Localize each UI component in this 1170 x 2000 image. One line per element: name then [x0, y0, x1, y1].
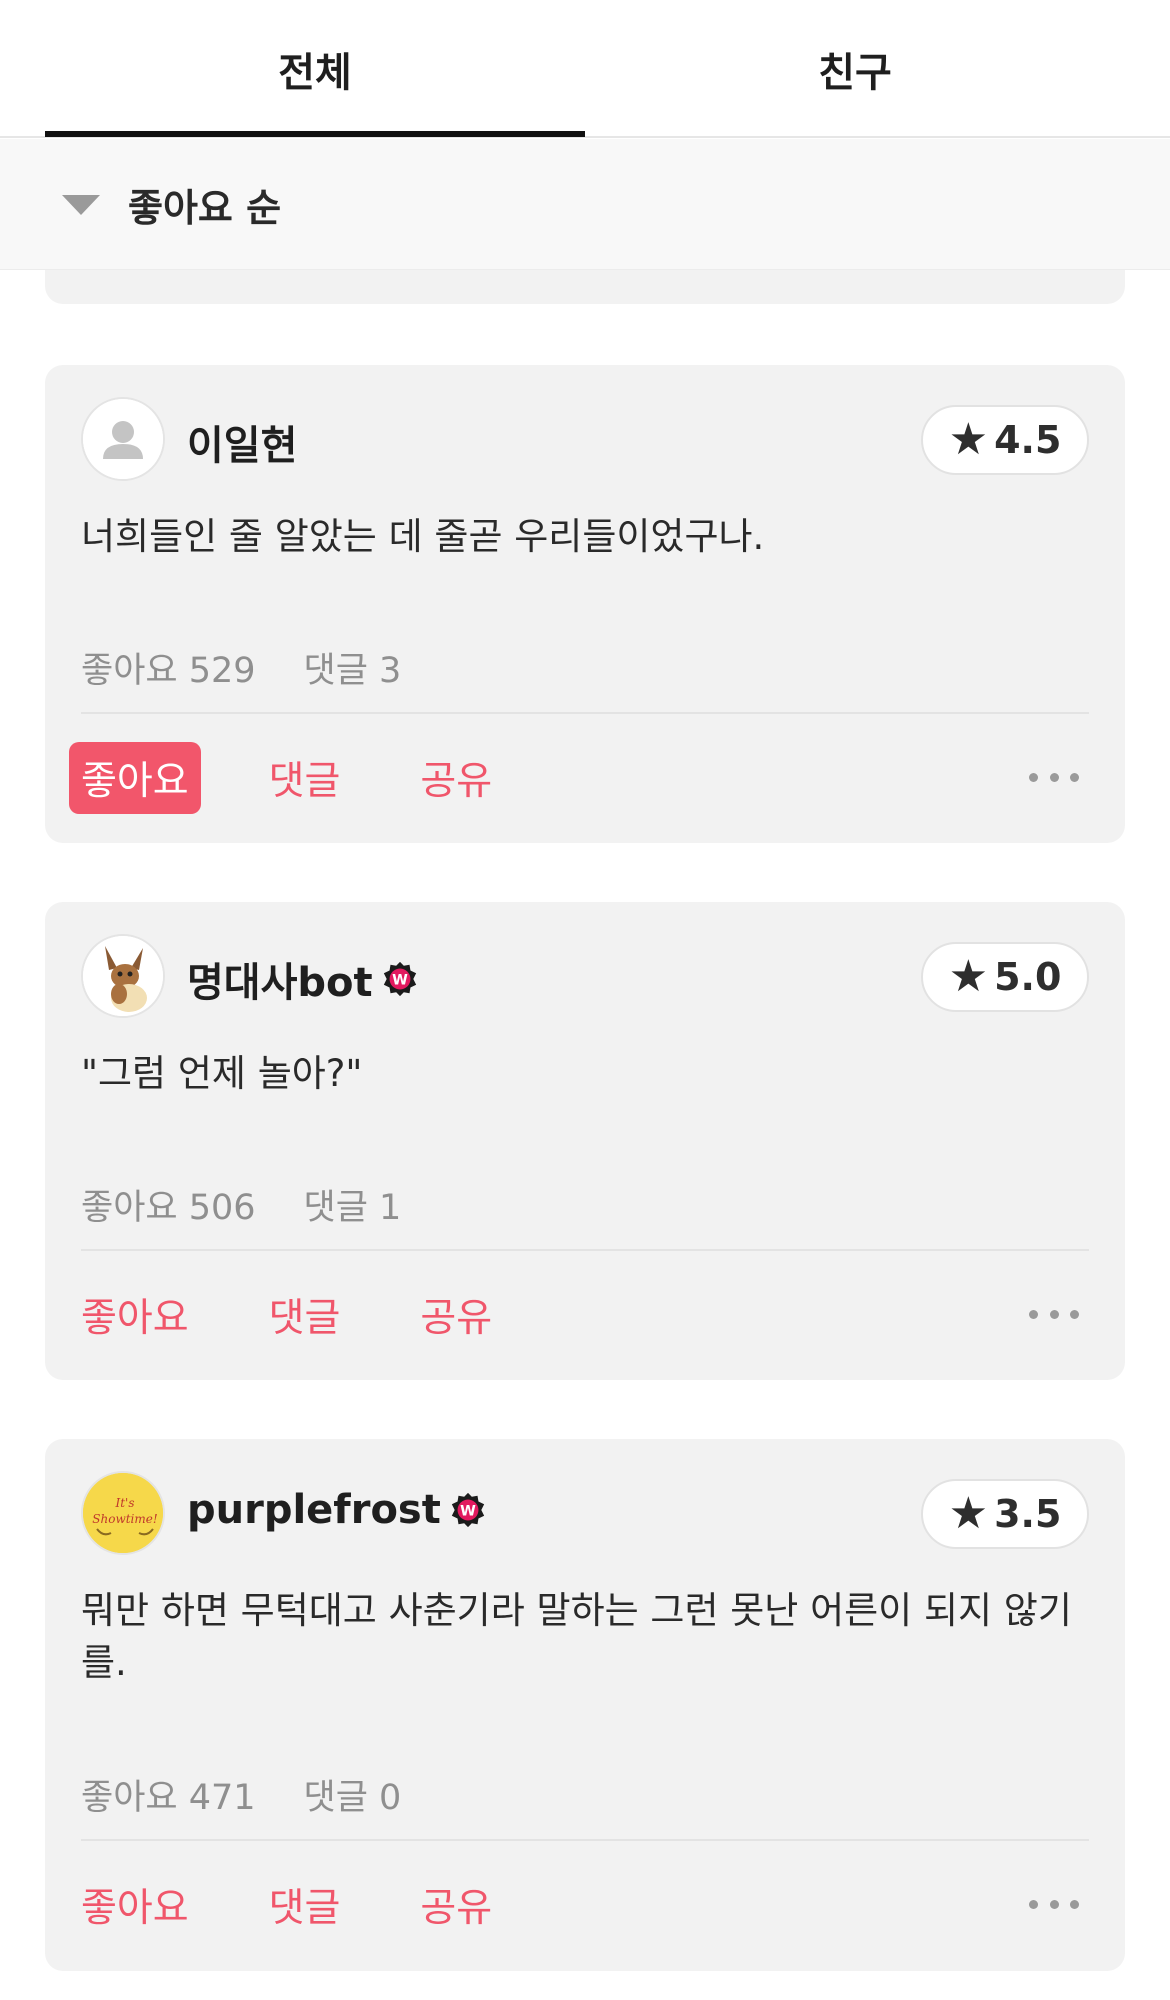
rating-badge: ★ 4.5	[921, 405, 1089, 475]
rating-badge: ★ 3.5	[921, 1479, 1089, 1549]
rating-value: 3.5	[994, 1492, 1062, 1536]
review-stats: 좋아요 529 댓글 3	[81, 642, 401, 693]
avatar[interactable]: It's Showtime!	[81, 1471, 165, 1555]
sort-bar: 좋아요 순	[0, 139, 1170, 270]
review-text[interactable]: "그럼 언제 놀아?"	[81, 1048, 1089, 1100]
review-card: 이일현 ★ 4.5 너희들인 줄 알았는 데 줄곧 우리들이었구나. 좋아요 5…	[45, 365, 1125, 843]
triangle-down-icon	[62, 194, 100, 215]
like-count[interactable]: 좋아요 506	[81, 1179, 256, 1230]
rating-value: 5.0	[994, 955, 1062, 999]
like-button[interactable]: 좋아요	[69, 1279, 201, 1351]
star-icon: ★	[948, 1488, 989, 1539]
action-row: 좋아요 댓글 공유	[69, 1279, 1089, 1351]
tab-all[interactable]: 전체	[45, 0, 585, 138]
action-row: 좋아요 댓글 공유	[69, 742, 1089, 814]
default-user-icon	[83, 399, 163, 479]
more-options-icon[interactable]	[1029, 762, 1079, 792]
like-button[interactable]: 좋아요	[69, 1869, 201, 1941]
comment-button[interactable]: 댓글	[257, 742, 353, 814]
star-icon: ★	[948, 414, 989, 465]
share-button[interactable]: 공유	[408, 1869, 504, 1941]
top-tab-bar: 전체 친구	[0, 0, 1170, 138]
share-button[interactable]: 공유	[408, 1279, 504, 1351]
review-stats: 좋아요 506 댓글 1	[81, 1179, 401, 1230]
comment-count[interactable]: 댓글 0	[304, 1769, 402, 1820]
divider	[81, 1249, 1089, 1251]
comment-button[interactable]: 댓글	[257, 1279, 353, 1351]
comment-count[interactable]: 댓글 1	[304, 1179, 402, 1230]
tab-friends[interactable]: 친구	[585, 0, 1125, 138]
showtime-sign-avatar-icon: It's Showtime!	[83, 1473, 163, 1553]
fox-character-avatar-icon	[83, 936, 163, 1016]
username[interactable]: purplefrost W	[187, 1487, 487, 1533]
sort-dropdown[interactable]: 좋아요 순	[62, 139, 281, 270]
svg-text:Showtime!: Showtime!	[92, 1512, 158, 1526]
username[interactable]: 명대사bot W	[187, 950, 419, 1008]
action-row: 좋아요 댓글 공유	[69, 1869, 1089, 1941]
username-text: purplefrost	[187, 1487, 441, 1533]
review-card: It's Showtime! purplefrost W ★ 3.5 뭐만 하면…	[45, 1439, 1125, 1971]
rating-badge: ★ 5.0	[921, 942, 1089, 1012]
more-options-icon[interactable]	[1029, 1299, 1079, 1329]
svg-text:W: W	[392, 973, 408, 989]
review-stats: 좋아요 471 댓글 0	[81, 1769, 401, 1820]
like-count[interactable]: 좋아요 471	[81, 1769, 256, 1820]
active-tab-indicator	[45, 131, 585, 137]
review-card: 명대사bot W ★ 5.0 "그럼 언제 놀아?" 좋아요 506 댓글 1 …	[45, 902, 1125, 1380]
username-text: 명대사bot	[187, 960, 373, 1006]
more-options-icon[interactable]	[1029, 1889, 1079, 1919]
svg-text:W: W	[460, 1504, 476, 1520]
comment-button[interactable]: 댓글	[257, 1869, 353, 1941]
divider	[81, 1839, 1089, 1841]
avatar[interactable]	[81, 397, 165, 481]
username[interactable]: 이일현	[187, 413, 297, 471]
previous-card-bottom	[45, 270, 1125, 304]
svg-text:It's: It's	[114, 1496, 134, 1510]
sort-label: 좋아요 순	[128, 186, 282, 230]
username-text: 이일현	[187, 423, 298, 469]
comment-count[interactable]: 댓글 3	[304, 642, 402, 693]
verified-badge-icon: W	[383, 961, 416, 997]
rating-value: 4.5	[994, 418, 1062, 462]
share-button[interactable]: 공유	[408, 742, 504, 814]
like-button[interactable]: 좋아요	[69, 742, 201, 814]
avatar[interactable]	[81, 934, 165, 1018]
review-text[interactable]: 뭐만 하면 무턱대고 사춘기라 말하는 그런 못난 어른이 되지 않기를.	[81, 1585, 1089, 1689]
star-icon: ★	[948, 951, 989, 1002]
verified-badge-icon: W	[451, 1492, 485, 1528]
review-text[interactable]: 너희들인 줄 알았는 데 줄곧 우리들이었구나.	[81, 511, 1089, 563]
divider	[81, 712, 1089, 714]
like-count[interactable]: 좋아요 529	[81, 642, 256, 693]
